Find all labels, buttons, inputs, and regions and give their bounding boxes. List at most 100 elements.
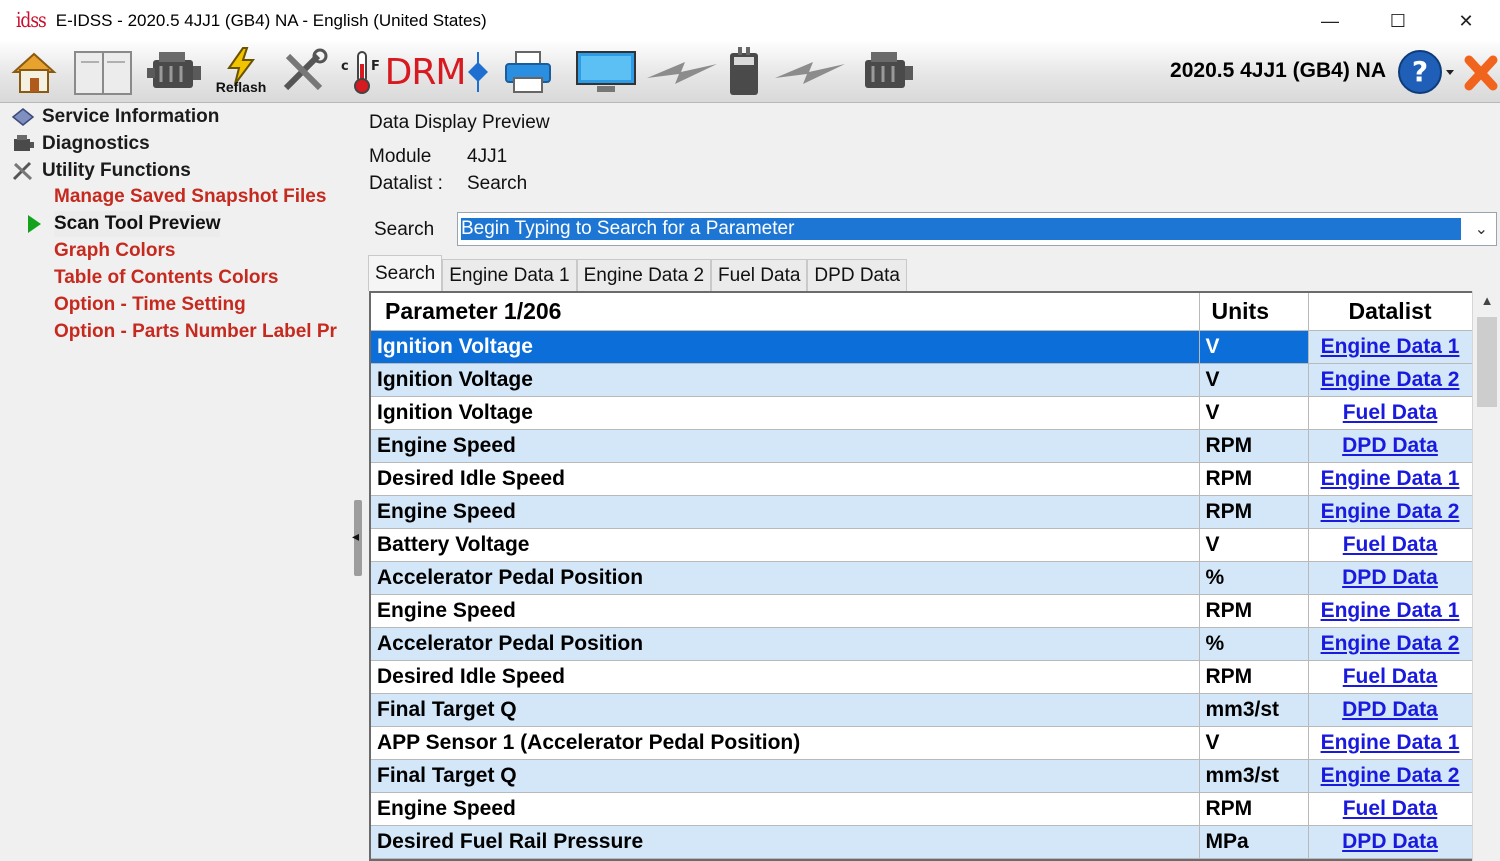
service-manual-button[interactable] <box>70 46 136 98</box>
sidebar-item-label: Diagnostics <box>42 133 150 154</box>
sidebar-subitem-time-setting[interactable]: Option - Time Setting <box>54 292 246 318</box>
datalist-link[interactable]: Fuel Data <box>1343 401 1438 424</box>
connection-button-1[interactable] <box>644 46 720 98</box>
parameter-cell[interactable]: Accelerator Pedal Position <box>371 627 1200 661</box>
table-row[interactable]: Final Target Qmm3/st Engine Data 2 <box>371 759 1472 793</box>
datalist-link[interactable]: Engine Data 1 <box>1321 467 1460 490</box>
datalist-link[interactable]: DPD Data <box>1342 830 1438 853</box>
tab-engine-data-1[interactable]: Engine Data 1 <box>442 259 577 291</box>
ecu-engine-button[interactable] <box>856 46 918 98</box>
parameter-cell[interactable]: Final Target Q <box>371 759 1200 793</box>
datalist-link[interactable]: Engine Data 1 <box>1321 599 1460 622</box>
sidebar-subitem-toc-colors[interactable]: Table of Contents Colors <box>54 265 278 291</box>
drm-arrows-button[interactable] <box>464 46 492 98</box>
datalist-link[interactable]: Fuel Data <box>1343 533 1438 556</box>
units-toggle-button[interactable]: c F <box>338 46 386 98</box>
datalist-link[interactable]: Engine Data 2 <box>1321 632 1460 655</box>
tab-search[interactable]: Search <box>368 255 443 291</box>
datalist-link[interactable]: Fuel Data <box>1343 665 1438 688</box>
utility-tools-button[interactable] <box>276 46 332 98</box>
table-row[interactable]: Desired Idle Speed RPM Fuel Data <box>371 660 1472 694</box>
table-row[interactable]: Accelerator Pedal Position% DPD Data <box>371 561 1472 595</box>
monitor-button[interactable] <box>574 46 638 98</box>
tab-engine-data-2[interactable]: Engine Data 2 <box>576 259 712 291</box>
exit-button[interactable] <box>1462 46 1500 98</box>
diagnostics-button[interactable] <box>146 46 204 98</box>
printer-icon <box>505 51 551 93</box>
drm-label: DRM <box>384 51 467 93</box>
sidebar-subitem-parts-number-label[interactable]: Option - Parts Number Label Pr <box>54 319 337 345</box>
parameter-cell[interactable]: Ignition Voltage <box>371 330 1200 364</box>
header-units[interactable]: Units <box>1199 293 1309 331</box>
datalist-link[interactable]: Engine Data 1 <box>1321 335 1460 358</box>
minimize-button[interactable]: — <box>1296 0 1364 42</box>
sidebar-item-diagnostics[interactable]: Diagnostics <box>10 131 150 157</box>
datalist-link[interactable]: Engine Data 2 <box>1321 368 1460 391</box>
parameter-cell[interactable]: Ignition Voltage <box>371 396 1200 430</box>
parameter-cell[interactable]: Engine Speed <box>371 792 1200 826</box>
reflash-label: Reflash <box>215 79 267 95</box>
maximize-button[interactable]: ☐ <box>1364 0 1432 42</box>
vehicle-info: 2020.5 4JJ1 (GB4) NA <box>1170 59 1386 82</box>
table-row[interactable]: Engine Speed RPM Fuel Data <box>371 792 1472 826</box>
sidebar-subitem-scan-tool-preview[interactable]: Scan Tool Preview <box>54 211 221 237</box>
pane-splitter[interactable] <box>352 103 362 861</box>
close-window-button[interactable]: ✕ <box>1432 0 1500 42</box>
home-button[interactable] <box>8 46 60 98</box>
scroll-up-icon[interactable]: ▲ <box>1473 293 1500 315</box>
parameter-cell[interactable]: Accelerator Pedal Position <box>371 561 1200 595</box>
parameter-search-input[interactable] <box>458 213 1463 245</box>
datalist-link[interactable]: Fuel Data <box>1343 797 1438 820</box>
header-parameter[interactable]: Parameter 1/206 <box>371 293 1200 331</box>
table-row[interactable]: Ignition Voltage V Engine Data 1 <box>371 330 1472 364</box>
datalist-link[interactable]: DPD Data <box>1342 698 1438 721</box>
parameter-cell[interactable]: Battery Voltage <box>371 528 1200 562</box>
table-row[interactable]: Engine Speed RPM Engine Data 2 <box>371 495 1472 529</box>
parameter-search-combobox[interactable]: ⌄ <box>457 212 1497 246</box>
table-row[interactable]: Battery Voltage V Fuel Data <box>371 528 1472 562</box>
parameter-cell[interactable]: Desired Idle Speed <box>371 462 1200 496</box>
drm-button[interactable]: DRM <box>385 46 467 98</box>
print-button[interactable] <box>500 46 556 98</box>
sidebar-item-utility-functions[interactable]: Utility Functions <box>10 158 191 184</box>
table-row[interactable]: APP Sensor 1 (Accelerator Pedal Position… <box>371 726 1472 760</box>
module-label: Module <box>369 146 432 167</box>
table-row[interactable]: Accelerator Pedal Position% Engine Data 2 <box>371 627 1472 661</box>
connection-button-2[interactable] <box>772 46 848 98</box>
datalist-link[interactable]: Engine Data 2 <box>1321 764 1460 787</box>
table-row[interactable]: Final Target Qmm3/st DPD Data <box>371 693 1472 727</box>
parameter-cell[interactable]: Final Target Q <box>371 693 1200 727</box>
table-row[interactable]: Ignition Voltage V Fuel Data <box>371 396 1472 430</box>
table-row[interactable]: Desired Idle Speed RPM Engine Data 1 <box>371 462 1472 496</box>
table-row[interactable]: Engine Speed RPM Engine Data 1 <box>371 594 1472 628</box>
tab-dpd-data[interactable]: DPD Data <box>807 259 907 291</box>
header-datalist[interactable]: Datalist <box>1308 293 1472 331</box>
datalist-link[interactable]: DPD Data <box>1342 434 1438 457</box>
engine-icon <box>865 52 913 88</box>
help-button[interactable]: ? <box>1394 46 1458 98</box>
datalist-link[interactable]: Engine Data 1 <box>1321 731 1460 754</box>
table-row[interactable]: Desired Fuel Rail Pressure MPa DPD Data <box>371 825 1472 859</box>
reflash-button[interactable]: Reflash <box>212 46 270 98</box>
sidebar-subitem-graph-colors[interactable]: Graph Colors <box>54 238 175 264</box>
chevron-down-icon[interactable]: ⌄ <box>1475 219 1488 239</box>
collapse-arrow-icon[interactable]: ◂ <box>352 528 359 545</box>
parameter-cell[interactable]: APP Sensor 1 (Accelerator Pedal Position… <box>371 726 1200 760</box>
tab-fuel-data[interactable]: Fuel Data <box>711 259 808 291</box>
sidebar-subitem-manage-snapshots[interactable]: Manage Saved Snapshot Files <box>54 184 326 210</box>
table-header-row: Parameter 1/206 Units Datalist <box>371 293 1472 331</box>
parameter-cell[interactable]: Ignition Voltage <box>371 363 1200 397</box>
grid-scrollbar[interactable]: ▲ <box>1472 291 1500 861</box>
sidebar-item-service-information[interactable]: Service Information <box>10 104 219 130</box>
parameter-cell[interactable]: Engine Speed <box>371 429 1200 463</box>
parameter-cell[interactable]: Desired Fuel Rail Pressure <box>371 825 1200 859</box>
datalist-link[interactable]: Engine Data 2 <box>1321 500 1460 523</box>
vci-device-button[interactable] <box>724 46 764 98</box>
datalist-link[interactable]: DPD Data <box>1342 566 1438 589</box>
parameter-cell[interactable]: Engine Speed <box>371 495 1200 529</box>
table-row[interactable]: Engine Speed RPM DPD Data <box>371 429 1472 463</box>
parameter-cell[interactable]: Engine Speed <box>371 594 1200 628</box>
table-row[interactable]: Ignition Voltage V Engine Data 2 <box>371 363 1472 397</box>
scroll-thumb[interactable] <box>1477 317 1497 407</box>
parameter-cell[interactable]: Desired Idle Speed <box>371 660 1200 694</box>
